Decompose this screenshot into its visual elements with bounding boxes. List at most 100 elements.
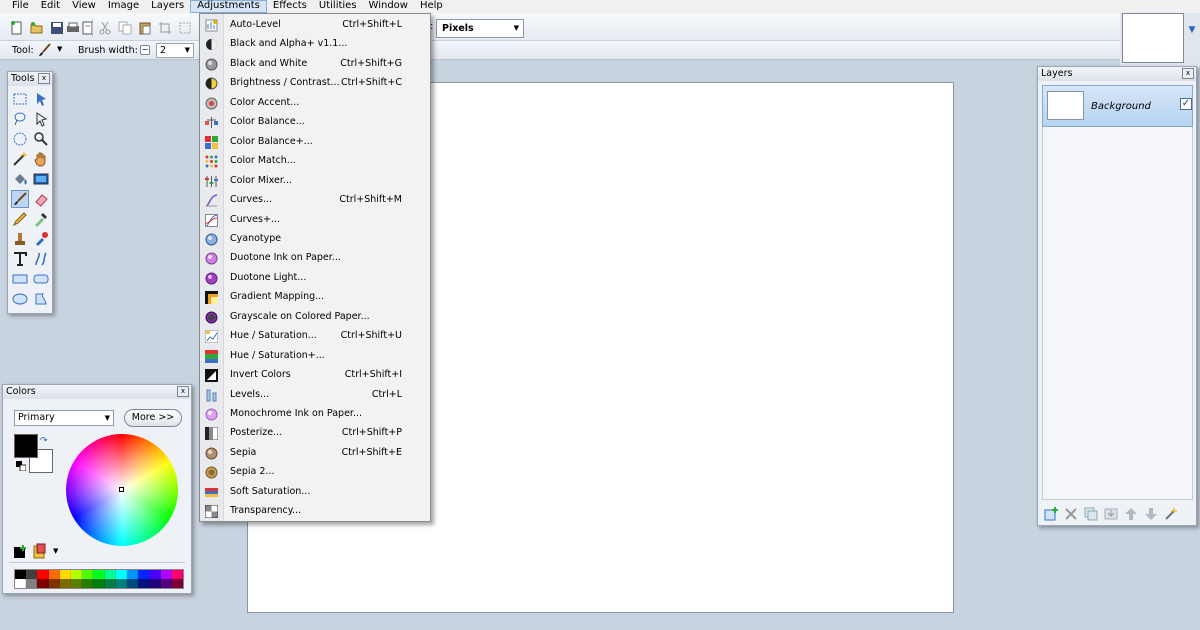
palette-swatch[interactable] bbox=[138, 579, 150, 588]
menu-item-color-accent[interactable]: Color Accent... bbox=[200, 94, 430, 113]
brush-width-select[interactable]: 2 ▼ bbox=[156, 43, 194, 58]
menu-item-cyanotype[interactable]: Cyanotype bbox=[200, 230, 430, 249]
print-icon[interactable] bbox=[66, 21, 80, 35]
menu-item-invert-colors[interactable]: Invert Colors Ctrl+Shift+I bbox=[200, 366, 430, 385]
palette-swatch[interactable] bbox=[37, 579, 49, 588]
menu-layers[interactable]: Layers bbox=[145, 0, 190, 13]
menu-item-brightness-contrast[interactable]: Brightness / Contrast... Ctrl+Shift+C bbox=[200, 74, 430, 93]
menu-file[interactable]: File bbox=[6, 0, 35, 13]
menu-item-auto-level[interactable]: Auto-Level Ctrl+Shift+L bbox=[200, 16, 430, 35]
primary-color-swatch[interactable] bbox=[14, 434, 38, 458]
paintbrush-icon[interactable] bbox=[11, 190, 29, 208]
palette-swatch[interactable] bbox=[26, 579, 38, 588]
move-selected-icon[interactable] bbox=[33, 91, 49, 107]
layers-window-close-button[interactable]: x bbox=[1182, 68, 1194, 79]
menu-item-sepia[interactable]: Sepia Ctrl+Shift+E bbox=[200, 444, 430, 463]
menu-item-color-mixer[interactable]: Color Mixer... bbox=[200, 172, 430, 191]
tool-dropdown-arrow[interactable]: ▼ bbox=[57, 45, 62, 53]
menu-item-black-and-alpha-v1-1[interactable]: Black and Alpha+ v1.1... bbox=[200, 35, 430, 54]
text-icon[interactable] bbox=[12, 251, 28, 267]
layer-row[interactable]: Background ✓ bbox=[1042, 85, 1193, 127]
menu-item-hue-saturation[interactable]: Hue / Saturation... Ctrl+Shift+U bbox=[200, 327, 430, 346]
menu-image[interactable]: Image bbox=[102, 0, 145, 13]
menu-item-duotone-light[interactable]: Duotone Light... bbox=[200, 269, 430, 288]
palette-swatch[interactable] bbox=[171, 570, 183, 579]
line-curve-icon[interactable] bbox=[33, 251, 49, 267]
move-layer-up-icon[interactable] bbox=[1124, 507, 1138, 521]
brush-width-decrease-button[interactable]: − bbox=[140, 45, 150, 55]
cut-icon[interactable] bbox=[98, 21, 112, 35]
eraser-icon[interactable] bbox=[33, 191, 49, 207]
palette-swatch[interactable] bbox=[115, 570, 127, 579]
color-picker-icon[interactable] bbox=[33, 211, 49, 227]
rounded-rectangle-icon[interactable] bbox=[33, 271, 49, 287]
save-icon[interactable] bbox=[50, 21, 64, 35]
menu-item-curves[interactable]: Curves+... bbox=[200, 211, 430, 230]
copy-icon[interactable] bbox=[118, 21, 132, 35]
lasso-select-icon[interactable] bbox=[12, 111, 28, 127]
menu-item-color-balance[interactable]: Color Balance... bbox=[200, 113, 430, 132]
palette-swatch[interactable] bbox=[26, 570, 38, 579]
menu-item-black-and-white[interactable]: Black and White Ctrl+Shift+G bbox=[200, 55, 430, 74]
menu-view[interactable]: View bbox=[66, 0, 102, 13]
rectangle-icon[interactable] bbox=[12, 271, 28, 287]
palette-dropdown-arrow[interactable]: ▼ bbox=[53, 547, 58, 555]
menu-item-color-balance[interactable]: Color Balance+... bbox=[200, 133, 430, 152]
units-select[interactable]: Pixels ▼ bbox=[436, 19, 524, 38]
tools-window-close-button[interactable]: x bbox=[38, 73, 50, 84]
palette-swatch[interactable] bbox=[48, 570, 60, 579]
menu-item-duotone-ink-on-paper[interactable]: Duotone Ink on Paper... bbox=[200, 249, 430, 268]
menu-utilities[interactable]: Utilities bbox=[313, 0, 363, 13]
palette-swatch[interactable] bbox=[82, 579, 94, 588]
delete-layer-icon[interactable] bbox=[1064, 507, 1078, 521]
zoom-icon[interactable] bbox=[33, 131, 49, 147]
paint-bucket-icon[interactable] bbox=[12, 171, 28, 187]
primary-color-select[interactable]: Primary ▼ bbox=[14, 410, 114, 426]
palette-swatch[interactable] bbox=[149, 579, 161, 588]
deselect-icon[interactable] bbox=[178, 21, 192, 35]
menu-item-color-match[interactable]: Color Match... bbox=[200, 152, 430, 171]
palette-swatch[interactable] bbox=[93, 579, 105, 588]
move-layer-down-icon[interactable] bbox=[1144, 507, 1158, 521]
palette-swatch[interactable] bbox=[160, 579, 172, 588]
magic-wand-icon[interactable] bbox=[12, 151, 28, 167]
menu-window[interactable]: Window bbox=[363, 0, 414, 13]
palette-swatch[interactable] bbox=[126, 579, 139, 588]
palette-swatch[interactable] bbox=[70, 570, 83, 579]
palette-swatch[interactable] bbox=[82, 570, 94, 579]
palette-swatch[interactable] bbox=[59, 579, 71, 588]
palette-swatch[interactable] bbox=[126, 570, 139, 579]
swap-colors-icon[interactable]: ↷ bbox=[40, 436, 48, 446]
palette-swatch[interactable] bbox=[104, 570, 116, 579]
pencil-icon[interactable] bbox=[12, 211, 28, 227]
color-wheel-cursor[interactable] bbox=[119, 487, 124, 492]
menu-item-levels[interactable]: Levels... Ctrl+L bbox=[200, 386, 430, 405]
more-colors-button[interactable]: More >> bbox=[124, 409, 182, 427]
menu-item-transparency[interactable]: Transparency... bbox=[200, 502, 430, 521]
menu-item-gradient-mapping[interactable]: Gradient Mapping... bbox=[200, 288, 430, 307]
layers-window-title[interactable]: Layers bbox=[1038, 67, 1196, 81]
paintbrush-icon[interactable] bbox=[38, 43, 52, 57]
menu-item-monochrome-ink-on-paper[interactable]: Monochrome Ink on Paper... bbox=[200, 405, 430, 424]
palette-swatch[interactable] bbox=[37, 570, 49, 579]
palette-swatch[interactable] bbox=[48, 579, 60, 588]
colors-window-title[interactable]: Colors bbox=[3, 385, 191, 399]
add-to-palette-icon[interactable] bbox=[14, 545, 27, 558]
layer-properties-icon[interactable] bbox=[1164, 507, 1178, 521]
freeform-shape-icon[interactable] bbox=[33, 291, 49, 307]
paste-icon[interactable] bbox=[138, 21, 152, 35]
move-selection-icon[interactable] bbox=[33, 111, 49, 127]
open-file-icon[interactable] bbox=[30, 21, 44, 35]
recolor-icon[interactable] bbox=[33, 231, 49, 247]
menu-effects[interactable]: Effects bbox=[267, 0, 313, 13]
merge-layer-down-icon[interactable] bbox=[1104, 507, 1118, 521]
menu-help[interactable]: Help bbox=[414, 0, 449, 13]
palette-swatch[interactable] bbox=[93, 570, 105, 579]
add-layer-icon[interactable] bbox=[1044, 507, 1058, 521]
new-file-icon[interactable] bbox=[10, 21, 24, 35]
duplicate-layer-icon[interactable] bbox=[1084, 507, 1098, 521]
ellipse-icon[interactable] bbox=[12, 291, 28, 307]
palette-swatch[interactable] bbox=[15, 579, 27, 588]
crop-icon[interactable] bbox=[158, 21, 172, 35]
layer-visibility-checkbox[interactable]: ✓ bbox=[1180, 98, 1192, 110]
